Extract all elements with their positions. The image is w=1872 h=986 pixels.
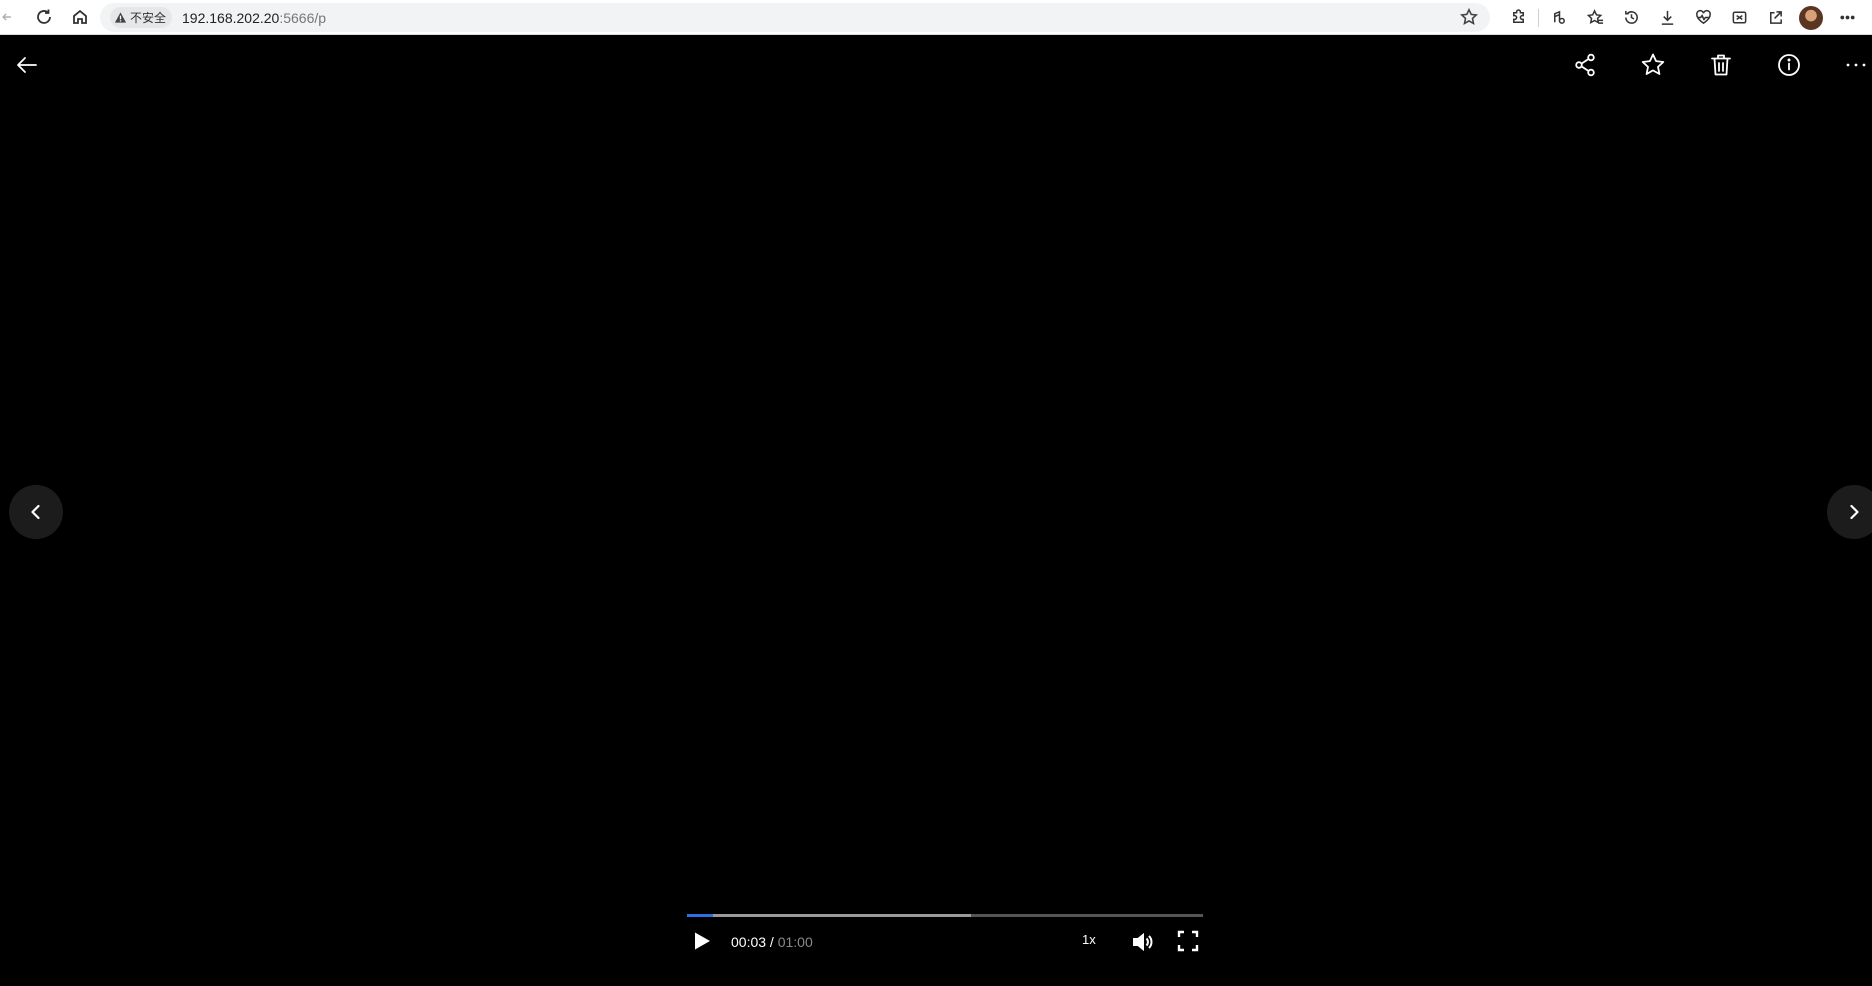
play-icon (695, 932, 710, 950)
history-button[interactable] (1613, 0, 1649, 35)
url-path: :5666/p (279, 9, 327, 26)
share-icon (1575, 53, 1595, 77)
read-aloud-button[interactable] (1541, 0, 1577, 35)
security-label: 不安全 (130, 11, 167, 25)
warning-icon (114, 12, 127, 23)
security-indicator[interactable]: 不安全 (110, 7, 173, 28)
favorites-button[interactable] (1577, 0, 1613, 35)
browser-toolbar: 不安全 192.168.202.20:5666/p (0, 0, 1872, 35)
favorite-button[interactable] (1635, 47, 1671, 83)
bookmark-button[interactable] (1459, 7, 1480, 28)
chevron-right-icon (1850, 504, 1859, 520)
star-icon (1459, 7, 1479, 25)
downloads-button[interactable] (1649, 0, 1685, 35)
read-aloud-icon (1553, 10, 1565, 24)
browser-home-button[interactable] (62, 0, 98, 35)
home-icon (73, 9, 87, 24)
playback-speed-button[interactable]: 1x (1082, 932, 1096, 947)
total-time: 01:00 (777, 934, 813, 950)
health-button[interactable] (1685, 0, 1721, 35)
url-host: 192.168.202.20 (182, 9, 280, 26)
arrow-left-icon (17, 57, 37, 73)
play-button[interactable] (691, 930, 715, 954)
puzzle-icon (1512, 9, 1524, 23)
progress-buffered (687, 914, 971, 917)
share-button[interactable] (1567, 47, 1603, 83)
browser-reload-button[interactable] (26, 0, 62, 35)
fullscreen-icon (1177, 930, 1199, 952)
more-button[interactable] (1838, 47, 1872, 83)
extensions-button[interactable] (1500, 0, 1536, 35)
more-icon (1846, 63, 1866, 67)
back-button[interactable] (9, 47, 45, 83)
profile-avatar[interactable] (1799, 5, 1823, 30)
volume-icon (1133, 932, 1153, 952)
info-button[interactable] (1771, 47, 1807, 83)
toolbar-separator (1538, 8, 1539, 27)
previous-button[interactable] (9, 485, 63, 539)
time-display: 00:03 / 01:00 (731, 934, 813, 950)
star-icon (1641, 53, 1665, 75)
heart-pulse-icon (1695, 9, 1711, 25)
volume-button[interactable] (1131, 930, 1157, 956)
chevron-left-icon (31, 504, 40, 520)
download-icon (1661, 10, 1673, 25)
fullscreen-button[interactable] (1177, 930, 1201, 954)
progress-bar[interactable] (687, 914, 1203, 917)
screenshot-icon (1732, 11, 1746, 24)
arrow-left-icon (2, 13, 11, 21)
browser-back-button[interactable] (0, 0, 14, 35)
current-time: 00:03 (731, 934, 767, 950)
reload-icon (37, 9, 51, 24)
browser-tools (1500, 0, 1865, 35)
delete-button[interactable] (1703, 47, 1739, 83)
trash-icon (1711, 54, 1731, 76)
time-separator: / (766, 934, 778, 950)
browser-menu-button[interactable] (1829, 0, 1865, 35)
media-viewer: 00:03 / 01:00 1x (0, 35, 1872, 986)
info-icon (1778, 54, 1800, 76)
more-icon (1839, 15, 1855, 20)
share-page-icon (1769, 11, 1782, 24)
screenshot-button[interactable] (1721, 0, 1757, 35)
share-page-button[interactable] (1757, 0, 1793, 35)
favorites-icon (1586, 9, 1603, 25)
address-bar[interactable]: 不安全 192.168.202.20:5666/p (100, 3, 1490, 32)
history-icon (1624, 10, 1638, 24)
video-controls: 00:03 / 01:00 1x (687, 906, 1203, 986)
next-button[interactable] (1827, 485, 1872, 539)
progress-played (687, 914, 713, 917)
